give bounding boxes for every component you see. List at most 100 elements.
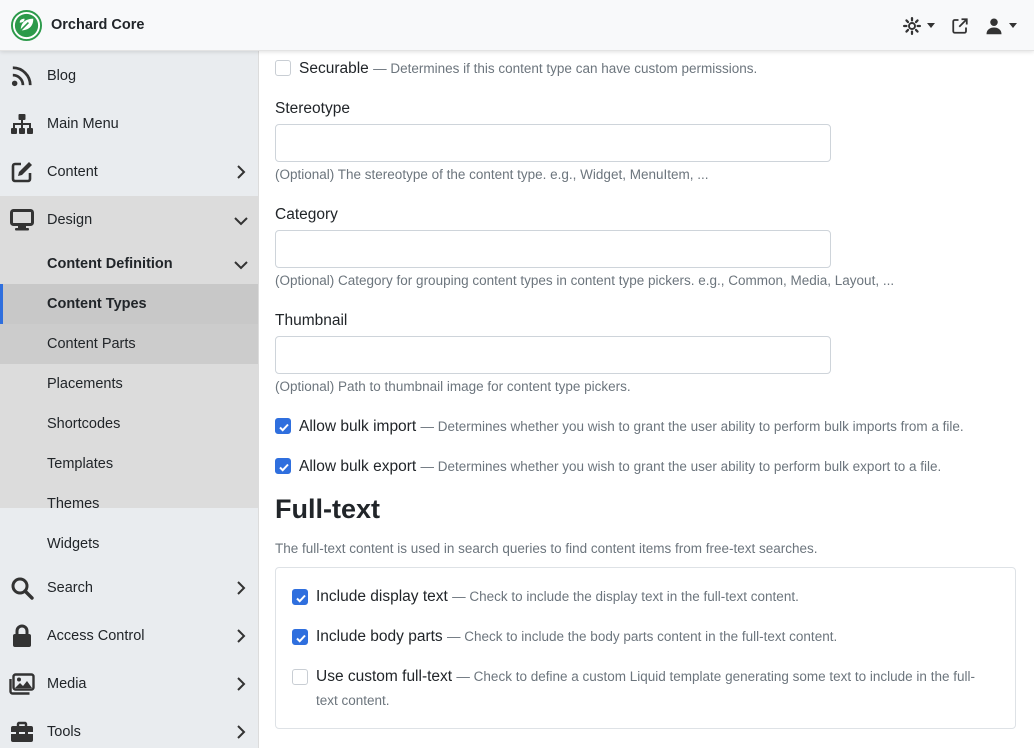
sidebar-item-templates[interactable]: Templates: [0, 444, 258, 484]
bulk-import-hint: — Determines whether you wish to grant t…: [420, 419, 964, 434]
sidebar-item-label: Content Types: [47, 296, 147, 312]
category-help: (Optional) Category for grouping content…: [275, 273, 895, 288]
checkmark-icon: [279, 423, 289, 432]
sidebar-item-shortcodes[interactable]: Shortcodes: [0, 404, 258, 444]
sidebar-item-label: Themes: [47, 496, 100, 512]
desktop-icon: [9, 208, 35, 232]
include-display-text-option: Include display text — Check to include …: [316, 588, 799, 606]
app-title: Orchard Core: [51, 17, 145, 33]
chevron-right-icon: [237, 725, 246, 739]
chevron-right-icon: [237, 629, 246, 643]
include-body-parts-checkbox[interactable]: [292, 629, 308, 645]
top-navbar: Orchard Core: [0, 0, 1034, 51]
orchard-logo-icon: [11, 9, 42, 41]
sidebar-item-search[interactable]: Search: [0, 564, 258, 612]
gear-icon: [903, 16, 921, 35]
sidebar-item-design[interactable]: Design: [0, 196, 258, 244]
fulltext-options-box: Include display text — Check to include …: [275, 567, 1016, 729]
search-icon: [9, 576, 35, 600]
use-custom-fulltext-label: Use custom full-text: [316, 668, 453, 685]
user-icon: [986, 18, 1002, 34]
sidebar-item-tools[interactable]: Tools: [0, 708, 258, 748]
sidebar-item-widgets[interactable]: Widgets: [0, 524, 258, 564]
stereotype-input[interactable]: [275, 124, 831, 162]
lock-icon: [9, 624, 35, 648]
sidebar-item-label: Search: [47, 580, 93, 596]
securable-option: Securable — Determines if this content t…: [299, 60, 757, 78]
use-custom-fulltext-hint: — Check to define a custom Liquid templa…: [456, 669, 975, 684]
use-custom-fulltext-hint-continued: text content.: [316, 693, 390, 708]
sidebar-item-content-types[interactable]: Content Types: [0, 284, 258, 324]
user-menu-button[interactable]: [985, 17, 1017, 35]
sidebar-item-content[interactable]: Content: [0, 148, 258, 196]
category-input[interactable]: [275, 230, 831, 268]
images-icon: [9, 672, 35, 696]
fulltext-title: Full-text: [275, 494, 380, 524]
sidebar-item-blog[interactable]: Blog: [0, 52, 258, 100]
use-custom-fulltext-option: Use custom full-text — Check to define a…: [316, 668, 975, 686]
sidebar-item-label: Blog: [47, 68, 77, 84]
bulk-export-checkbox[interactable]: [275, 458, 291, 474]
edit-icon: [9, 160, 35, 184]
sidebar-item-access-control[interactable]: Access Control: [0, 612, 258, 660]
brand[interactable]: Orchard Core: [11, 9, 145, 41]
sidebar-item-placements[interactable]: Placements: [0, 364, 258, 404]
sidebar-item-label: Main Menu: [47, 116, 119, 132]
chevron-down-icon: [927, 23, 935, 28]
toolbox-icon: [9, 720, 35, 744]
category-label: Category: [275, 206, 338, 223]
sidebar-item-label: Design: [47, 212, 93, 228]
chevron-right-icon: [237, 165, 246, 179]
sidebar-item-content-definition[interactable]: Content Definition: [0, 244, 258, 284]
thumbnail-input[interactable]: [275, 336, 831, 374]
include-body-parts-option: Include body parts — Check to include th…: [316, 628, 837, 646]
sidebar-item-label: Tools: [47, 724, 81, 740]
sidebar-item-themes[interactable]: Themes: [0, 484, 258, 524]
use-custom-fulltext-checkbox[interactable]: [292, 669, 308, 685]
rss-icon: [9, 64, 35, 88]
sidebar: Blog Main Menu Content Design Content De…: [0, 51, 259, 748]
sidebar-item-media[interactable]: Media: [0, 660, 258, 708]
securable-hint: — Determines if this content type can ha…: [373, 61, 758, 76]
sidebar-item-label: Access Control: [47, 628, 145, 644]
visit-site-button[interactable]: [951, 17, 969, 35]
include-body-parts-hint: — Check to include the body parts conten…: [446, 629, 838, 644]
sidebar-item-label: Widgets: [47, 536, 100, 552]
chevron-right-icon: [237, 581, 246, 595]
chevron-right-icon: [237, 677, 246, 691]
chevron-down-icon: [234, 261, 248, 270]
stereotype-label: Stereotype: [275, 100, 350, 117]
include-display-text-label: Include display text: [316, 588, 448, 605]
securable-checkbox[interactable]: [275, 60, 291, 76]
theme-toggle-button[interactable]: [903, 16, 935, 35]
sidebar-item-label: Content Definition: [47, 256, 173, 272]
include-display-text-hint: — Check to include the display text in t…: [452, 589, 799, 604]
sidebar-item-label: Placements: [47, 376, 123, 392]
sidebar-item-label: Shortcodes: [47, 416, 121, 432]
checkmark-icon: [296, 594, 306, 603]
main-content: Securable — Determines if this content t…: [259, 51, 1034, 748]
thumbnail-help: (Optional) Path to thumbnail image for c…: [275, 379, 631, 394]
checkmark-icon: [279, 463, 289, 472]
chevron-down-icon: [234, 217, 248, 226]
stereotype-help: (Optional) The stereotype of the content…: [275, 167, 709, 182]
bulk-export-hint: — Determines whether you wish to grant t…: [420, 459, 942, 474]
thumbnail-label: Thumbnail: [275, 312, 348, 329]
fulltext-description: The full-text content is used in search …: [275, 541, 818, 556]
bulk-export-label: Allow bulk export: [299, 458, 417, 475]
sidebar-item-label: Media: [47, 676, 87, 692]
chevron-down-icon: [1009, 23, 1017, 28]
bulk-import-checkbox[interactable]: [275, 418, 291, 434]
sidebar-item-label: Templates: [47, 456, 114, 472]
bulk-export-option: Allow bulk export — Determines whether y…: [299, 458, 941, 476]
bulk-import-label: Allow bulk import: [299, 418, 417, 435]
include-display-text-checkbox[interactable]: [292, 589, 308, 605]
external-link-icon: [952, 17, 968, 34]
include-body-parts-label: Include body parts: [316, 628, 443, 645]
checkmark-icon: [296, 634, 306, 643]
bulk-import-option: Allow bulk import — Determines whether y…: [299, 418, 964, 436]
sidebar-item-label: Content: [47, 164, 98, 180]
sidebar-item-main-menu[interactable]: Main Menu: [0, 100, 258, 148]
securable-label: Securable: [299, 60, 369, 77]
sidebar-item-content-parts[interactable]: Content Parts: [0, 324, 258, 364]
